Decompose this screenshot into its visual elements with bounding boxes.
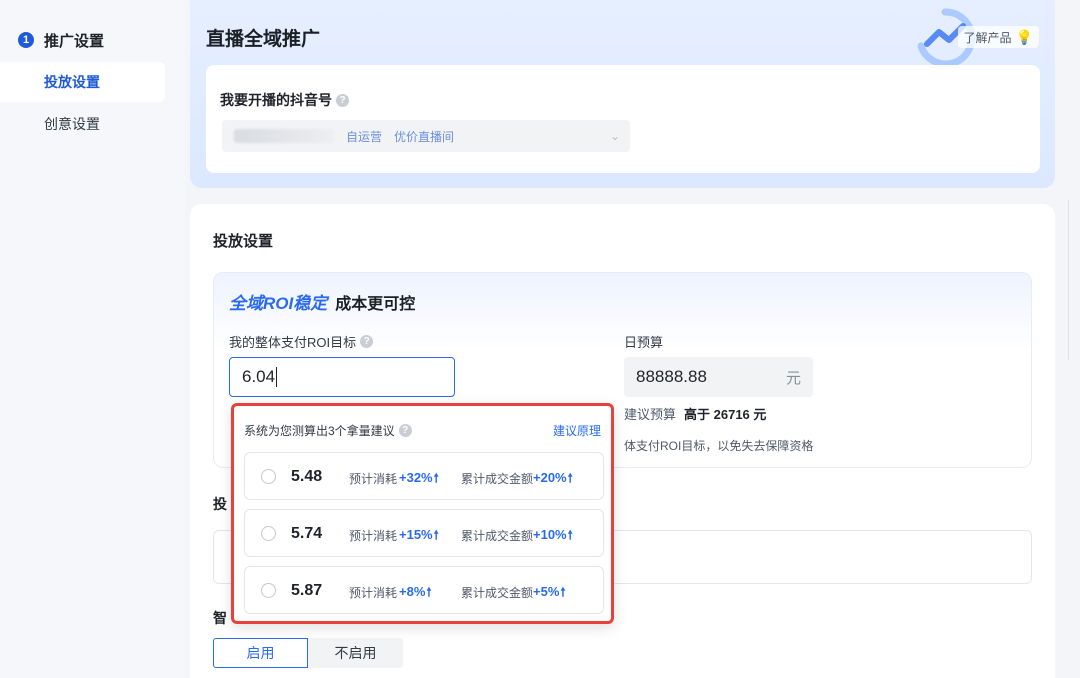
help-icon[interactable]: ? — [336, 93, 349, 107]
arrow-up-icon: 🠕 — [433, 471, 439, 485]
suggestion-option[interactable]: 5.74 预计消耗 +15%🠕 累计成交金额 +10%🠕 — [244, 509, 604, 557]
metric-change: +20%🠕 — [533, 469, 573, 490]
header-card: 直播全域推广 了解产品 💡 我要开播的抖音号 ? 自运营 优价直播间 ⌄ — [190, 0, 1055, 188]
metric-label: 预计消耗 — [349, 472, 398, 486]
budget-unit: 元 — [785, 370, 801, 387]
learn-product-label: 了解产品 — [963, 30, 1012, 45]
account-field-label: 我要开播的抖音号 ? — [220, 90, 349, 110]
suggested-budget-value: 高于 26716 元 — [684, 407, 767, 422]
enable-button[interactable]: 启用 — [213, 638, 308, 668]
metric-label: 预计消耗 — [349, 586, 398, 600]
sidebar-item-delivery-settings[interactable]: 投放设置 — [0, 62, 165, 102]
roi-accent-text: 全域ROI稳定 — [229, 294, 328, 313]
suggestion-principle-link[interactable]: 建议原理 — [553, 422, 601, 439]
metric-change: +8%🠕 — [399, 583, 432, 604]
text-caret — [276, 367, 278, 387]
step-label: 推广设置 — [44, 32, 105, 50]
metric-label: 累计成交金额 — [461, 586, 534, 600]
metric-change-value: +10% — [533, 527, 567, 542]
metric-label: 预计消耗 — [349, 529, 398, 543]
option-roi-value: 5.87 — [291, 582, 323, 599]
popover-title: 系统为您测算出3个拿量建议 ? — [244, 422, 412, 439]
metric-change-value: +8% — [399, 584, 426, 599]
suggested-budget: 建议预算 高于 26716 元 — [624, 404, 766, 423]
nav-step-promotion-settings[interactable]: 1 推广设置 — [18, 30, 104, 50]
disable-button[interactable]: 不启用 — [308, 638, 403, 668]
account-select[interactable]: 自运营 优价直播间 ⌄ — [222, 120, 630, 152]
suggestion-option[interactable]: 5.48 预计消耗 +32%🠕 累计成交金额 +20%🠕 — [244, 452, 604, 500]
step-number-badge: 1 — [18, 32, 34, 48]
section-label-partial: 智 — [213, 610, 227, 626]
roi-note: 体支付ROI目标，以免失去保障资格 — [624, 439, 814, 453]
roi-headline: 全域ROI稳定 成本更可控 — [229, 289, 415, 314]
popover-title-text: 系统为您测算出3个拿量建议 — [244, 423, 395, 438]
popover-header: 系统为您测算出3个拿量建议 ? 建议原理 — [244, 421, 601, 439]
arrow-up-icon: 🠕 — [433, 528, 439, 542]
arrow-up-icon: 🠕 — [426, 585, 432, 599]
chevron-down-icon: ⌄ — [609, 129, 620, 143]
help-icon[interactable]: ? — [398, 423, 412, 437]
metric-change-value: +20% — [533, 470, 567, 485]
suggested-budget-label: 建议预算 — [624, 407, 677, 422]
option-roi-value: 5.48 — [291, 468, 323, 485]
radio-button[interactable] — [261, 583, 276, 598]
lightbulb-icon: 💡 — [1015, 28, 1033, 45]
arrow-up-icon: 🠕 — [567, 528, 573, 542]
roi-suggestion-popover: 系统为您测算出3个拿量建议 ? 建议原理 5.48 预计消耗 +32%🠕 累计成… — [231, 403, 614, 624]
metric-label: 累计成交金额 — [461, 472, 534, 486]
account-panel: 我要开播的抖音号 ? 自运营 优价直播间 ⌄ — [206, 65, 1040, 173]
arrow-up-icon: 🠕 — [567, 471, 573, 485]
section-title: 投放设置 — [213, 233, 274, 250]
blurred-account-name — [234, 129, 334, 143]
metric-change: +5%🠕 — [533, 583, 566, 604]
account-label-text: 我要开播的抖音号 — [220, 92, 332, 108]
daily-budget-input[interactable]: 88888.88 元 — [624, 357, 813, 397]
account-tag: 优价直播间 — [394, 129, 455, 144]
metric-change: +15%🠕 — [399, 526, 439, 547]
account-tag: 自运营 — [346, 129, 383, 144]
option-roi-value: 5.74 — [291, 525, 323, 542]
radio-button[interactable] — [261, 526, 276, 541]
sidebar-item-creative-settings[interactable]: 创意设置 — [0, 104, 165, 144]
metric-label: 累计成交金额 — [461, 529, 534, 543]
metric-change-value: +15% — [399, 527, 433, 542]
page-title: 直播全域推广 — [206, 29, 321, 50]
side-navigation: 1 推广设置 投放设置 创意设置 — [0, 0, 185, 678]
arrow-up-icon: 🠕 — [560, 585, 566, 599]
roi-target-label: 我的整体支付ROI目标 ? — [229, 332, 374, 351]
enable-toggle-group: 启用 不启用 — [213, 638, 403, 668]
roi-target-value: 6.04 — [242, 367, 276, 386]
metric-change-value: +5% — [533, 584, 560, 599]
learn-product-button[interactable]: 了解产品 💡 — [957, 26, 1039, 48]
metric-change: +10%🠕 — [533, 526, 573, 547]
divider — [1068, 200, 1069, 360]
daily-budget-label: 日预算 — [624, 335, 664, 350]
radio-button[interactable] — [261, 469, 276, 484]
roi-target-input[interactable]: 6.04 — [229, 357, 455, 397]
roi-target-label-text: 我的整体支付ROI目标 — [229, 335, 357, 350]
roi-sub-text: 成本更可控 — [335, 296, 416, 313]
suggestion-option[interactable]: 5.87 预计消耗 +8%🠕 累计成交金额 +5%🠕 — [244, 566, 604, 614]
help-icon[interactable]: ? — [360, 335, 374, 348]
daily-budget-value: 88888.88 — [636, 367, 707, 386]
metric-change: +32%🠕 — [399, 469, 439, 490]
section-label-partial: 投 — [213, 496, 227, 512]
metric-change-value: +32% — [399, 470, 433, 485]
